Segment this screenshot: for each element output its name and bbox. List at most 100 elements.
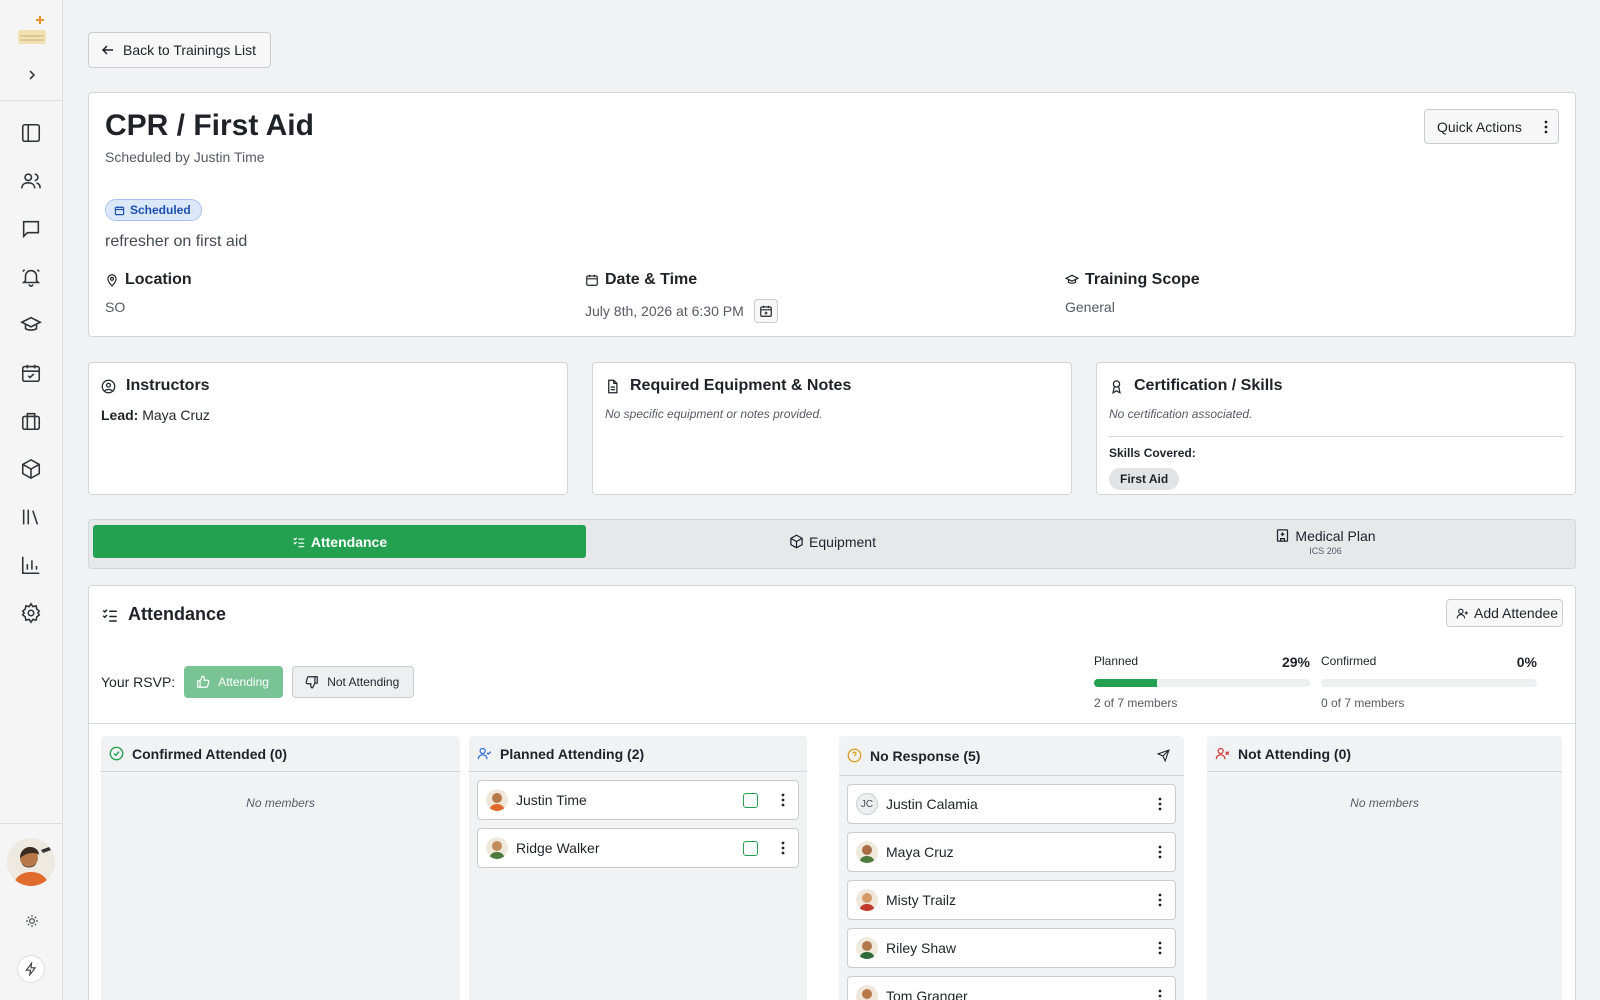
expand-sidebar-button[interactable] bbox=[21, 64, 43, 86]
member-menu-button[interactable] bbox=[1153, 797, 1167, 811]
nav-calendar[interactable] bbox=[17, 359, 45, 387]
nav-training[interactable] bbox=[17, 311, 45, 339]
planned-progress-fill bbox=[1094, 679, 1157, 687]
empty-state: No members bbox=[1350, 796, 1419, 810]
nav-settings[interactable] bbox=[17, 599, 45, 627]
nav-reports[interactable] bbox=[17, 551, 45, 579]
quick-launch-button[interactable] bbox=[17, 955, 45, 983]
document-icon bbox=[608, 379, 618, 393]
nav-inventory[interactable] bbox=[17, 455, 45, 483]
rsvp-not-attending-label: Not Attending bbox=[327, 675, 400, 689]
send-reminder-icon[interactable] bbox=[1157, 749, 1170, 762]
certification-title: Certification / Skills bbox=[1134, 377, 1283, 394]
planned-label: Planned bbox=[1094, 654, 1139, 668]
datetime-label: Date & Time bbox=[605, 271, 698, 288]
attendance-card: Attendance Add Attendee Your RSVP: Atten… bbox=[88, 585, 1576, 1000]
equipment-notes-card: Required Equipment & Notes No specific e… bbox=[592, 362, 1072, 495]
check-circle-icon bbox=[109, 746, 124, 761]
user-avatar[interactable] bbox=[7, 838, 55, 886]
theme-toggle-button[interactable] bbox=[21, 910, 43, 932]
back-button-label: Back to Trainings List bbox=[123, 42, 257, 58]
planned-count: 2 of 7 members bbox=[1094, 696, 1178, 710]
nav-library[interactable] bbox=[17, 503, 45, 531]
member-menu-button[interactable] bbox=[1153, 941, 1167, 955]
rsvp-not-attending-button[interactable]: Not Attending bbox=[292, 666, 415, 698]
location-section: Location SO bbox=[105, 271, 192, 315]
member-row[interactable]: Misty Trailz bbox=[847, 880, 1176, 920]
confirmed-column-title: Confirmed Attended (0) bbox=[132, 745, 288, 762]
reports-icon bbox=[21, 556, 40, 575]
location-label: Location bbox=[125, 271, 192, 288]
confirmed-count: 0 of 7 members bbox=[1321, 696, 1405, 710]
member-row[interactable]: JC Justin Calamia bbox=[847, 784, 1176, 824]
tab-medical-plan-sub: ICS 206 bbox=[1309, 545, 1342, 556]
member-row[interactable]: Tom Granger bbox=[847, 976, 1176, 1000]
hospital-icon bbox=[1277, 529, 1289, 542]
instructors-card: Instructors Lead: Maya Cruz bbox=[88, 362, 568, 495]
nav-alerts[interactable] bbox=[17, 263, 45, 291]
member-row[interactable]: Maya Cruz bbox=[847, 832, 1176, 872]
tab-equipment-label: Equipment bbox=[809, 533, 876, 550]
member-row[interactable]: Justin Time bbox=[477, 780, 799, 820]
briefcase-icon bbox=[21, 412, 41, 431]
add-to-calendar-button[interactable] bbox=[753, 299, 778, 323]
calendar-plus-icon bbox=[759, 305, 772, 317]
confirmed-percent: 0% bbox=[1516, 654, 1537, 670]
sidebar-divider bbox=[0, 100, 63, 101]
planned-progress-bar bbox=[1094, 679, 1310, 687]
divider bbox=[89, 723, 1575, 724]
no-response-column: No Response (5) JC Justin Calamia Maya C… bbox=[839, 736, 1184, 1000]
nav-dashboard[interactable] bbox=[17, 119, 45, 147]
member-menu-button[interactable] bbox=[1153, 893, 1167, 907]
member-row[interactable]: Ridge Walker bbox=[477, 828, 799, 868]
member-menu-button[interactable] bbox=[1153, 989, 1167, 1000]
member-menu-button[interactable] bbox=[1153, 845, 1167, 859]
sun-icon bbox=[26, 915, 38, 927]
not-attending-column-title: Not Attending (0) bbox=[1238, 745, 1352, 762]
lead-label: Lead: bbox=[101, 407, 139, 423]
location-value: SO bbox=[105, 299, 126, 315]
rsvp-attending-button[interactable]: Attending bbox=[184, 666, 284, 698]
planned-column-title: Planned Attending (2) bbox=[500, 745, 645, 762]
confirmed-stat: Confirmed 0% 0 of 7 members bbox=[1321, 654, 1537, 710]
rsvp-attending-label: Attending bbox=[218, 675, 269, 689]
scheduled-by: Scheduled by Justin Time bbox=[105, 149, 265, 165]
status-badge: Scheduled bbox=[105, 199, 202, 221]
member-menu-button[interactable] bbox=[776, 793, 790, 807]
quick-actions-button[interactable]: Quick Actions bbox=[1424, 109, 1559, 144]
tab-attendance-label: Attendance bbox=[310, 533, 388, 550]
back-to-trainings-button[interactable]: Back to Trainings List bbox=[88, 32, 271, 68]
package-icon bbox=[21, 458, 41, 480]
app-logo bbox=[18, 16, 46, 44]
calendar-check-icon bbox=[21, 364, 41, 383]
not-attending-column: Not Attending (0) No members bbox=[1207, 736, 1562, 1000]
confirmed-progress-bar bbox=[1321, 679, 1537, 687]
nav-messages[interactable] bbox=[17, 215, 45, 243]
more-vertical-icon bbox=[781, 793, 785, 807]
tab-attendance[interactable]: Attendance bbox=[93, 525, 586, 558]
calendar-icon bbox=[586, 274, 598, 286]
nav-team[interactable] bbox=[17, 167, 45, 195]
scope-section: Training Scope General bbox=[1065, 271, 1200, 315]
confirm-checkbox[interactable] bbox=[743, 840, 758, 856]
member-name: Justin Calamia bbox=[886, 796, 978, 812]
more-vertical-icon bbox=[1544, 120, 1548, 133]
more-vertical-icon bbox=[1158, 797, 1162, 811]
planned-percent: 29% bbox=[1281, 654, 1310, 670]
chevron-right-icon bbox=[29, 70, 36, 80]
nav-briefcase[interactable] bbox=[17, 407, 45, 435]
quick-actions-label: Quick Actions bbox=[1437, 118, 1522, 135]
planned-attending-column: Planned Attending (2) Justin Time Ridge … bbox=[469, 736, 807, 1000]
user-circle-icon bbox=[101, 379, 116, 393]
confirm-checkbox[interactable] bbox=[743, 792, 758, 808]
graduation-cap-icon bbox=[1065, 274, 1079, 284]
add-attendee-button[interactable]: Add Attendee bbox=[1446, 599, 1563, 627]
tab-equipment[interactable]: Equipment bbox=[586, 525, 1079, 558]
member-row[interactable]: Riley Shaw bbox=[847, 928, 1176, 968]
tab-medical-plan[interactable]: Medical Plan ICS 206 bbox=[1079, 525, 1572, 558]
member-menu-button[interactable] bbox=[776, 841, 790, 855]
avatar-initials: JC bbox=[856, 793, 878, 815]
equipment-notes-body: No specific equipment or notes provided. bbox=[605, 407, 823, 421]
map-pin-icon bbox=[107, 274, 117, 287]
list-check-icon bbox=[102, 608, 117, 622]
